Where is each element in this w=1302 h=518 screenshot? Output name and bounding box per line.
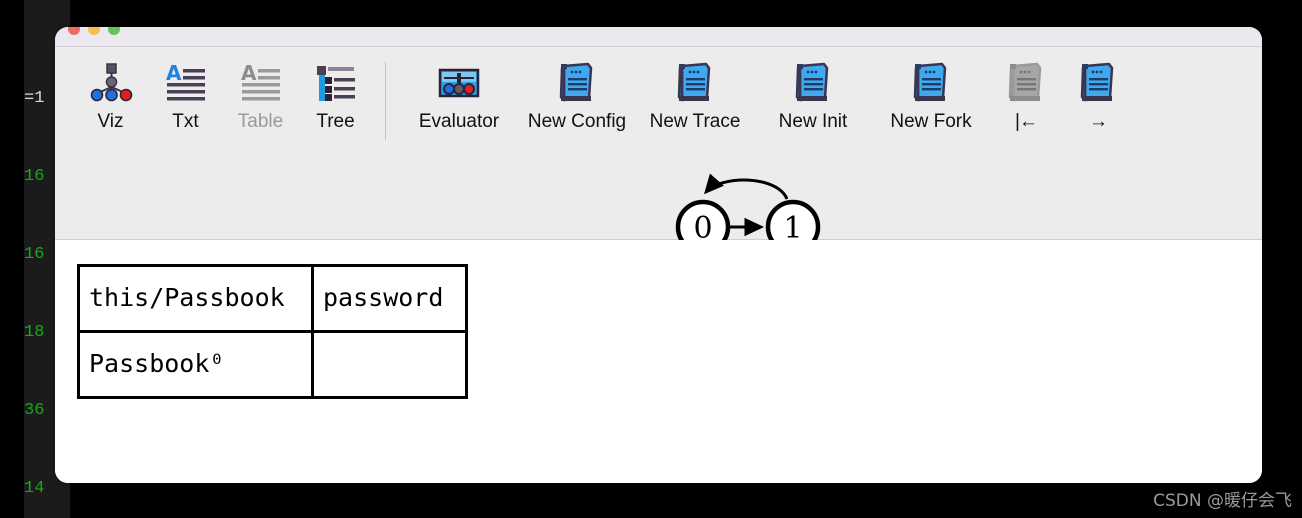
window-controls [68, 27, 120, 35]
table-cell-atom: Passbook⁰ [77, 330, 314, 399]
toolbar-button-new-config[interactable]: New Config [518, 60, 636, 133]
table-row: Passbook⁰ [77, 330, 468, 399]
graph-tree-icon [89, 60, 133, 104]
toolbar-label-tree: Tree [316, 111, 355, 132]
toolbar-button-table[interactable]: A Table [223, 60, 298, 133]
scroll-blue-icon [1076, 60, 1120, 104]
toolbar-label-txt: Txt [172, 111, 199, 132]
scroll-blue-icon [791, 60, 835, 104]
visualizer-content-panel: this/Passbook password Passbook⁰ [55, 240, 1262, 483]
relation-table: this/Passbook password Passbook⁰ [77, 264, 468, 399]
toolbar-separator [385, 62, 386, 140]
table-header-cell-field: password [311, 264, 468, 333]
table-header-cell-signature: this/Passbook [77, 264, 314, 333]
close-window-button[interactable] [68, 27, 80, 35]
toolbar-button-txt[interactable]: A Txt [148, 60, 223, 133]
toolbar-label-new-init: New Init [778, 111, 848, 132]
table-lines-icon: A [239, 60, 283, 104]
scroll-blue-icon [909, 60, 953, 104]
watermark: CSDN @暖仔会飞 [1153, 491, 1292, 511]
toolbar-button-new-fork[interactable]: New Fork [872, 60, 990, 133]
toolbar-label-viz: Viz [97, 111, 124, 132]
table-header-row: this/Passbook password [77, 264, 468, 333]
toolbar-label-prev-state: |← [1015, 111, 1038, 132]
minimize-window-button[interactable] [88, 27, 100, 35]
zoom-window-button[interactable] [108, 27, 120, 35]
toolbar-button-prev-state[interactable]: |← [990, 60, 1062, 133]
toolbar-label-next-state: → [1089, 111, 1108, 132]
scroll-gray-icon [1004, 60, 1048, 104]
evaluator-panel-icon [437, 60, 481, 104]
toolbar-button-tree[interactable]: Tree [298, 60, 373, 133]
svg-text:A: A [166, 62, 182, 85]
toolbar-label-new-trace: New Trace [649, 111, 741, 132]
toolbar-button-next-state[interactable]: → [1062, 60, 1134, 133]
table-cell-value [311, 330, 468, 399]
edge-1-to-0 [704, 173, 789, 200]
toolbar-button-viz[interactable]: Viz [73, 60, 148, 133]
tree-list-icon [314, 60, 358, 104]
alloy-visualizer-window: Viz A Txt A Table Tree Evaluator New Con… [55, 27, 1262, 483]
toolbar-button-new-init[interactable]: New Init [754, 60, 872, 133]
toolbar-button-new-trace[interactable]: New Trace [636, 60, 754, 133]
scroll-blue-icon [673, 60, 717, 104]
toolbar-button-evaluator[interactable]: Evaluator [400, 60, 518, 133]
text-lines-icon: A [164, 60, 208, 104]
window-title-bar[interactable] [55, 27, 1262, 47]
toolbar-label-new-config: New Config [527, 111, 627, 132]
visualizer-toolbar: Viz A Txt A Table Tree Evaluator New Con… [55, 47, 1262, 255]
toolbar-label-table: Table [237, 111, 284, 132]
toolbar-label-evaluator: Evaluator [418, 111, 500, 132]
scroll-blue-icon [555, 60, 599, 104]
svg-text:A: A [241, 62, 257, 85]
toolbar-label-new-fork: New Fork [890, 111, 972, 132]
